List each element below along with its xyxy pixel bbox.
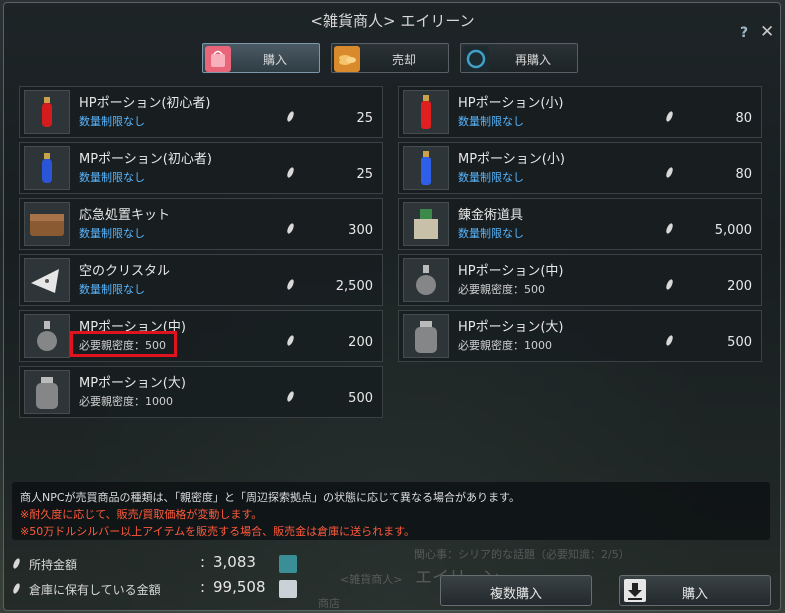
item-condition: 必要親密度：1000	[79, 395, 173, 408]
empty-flask-icon	[24, 314, 70, 358]
shop-item[interactable]: MPポーション(小) 数量制限なし 80	[398, 142, 762, 194]
tab-rebuy-label: 再購入	[514, 53, 551, 67]
notice-warning: ※50万ドルシルバー以上アイテムを販売する場合、販売金は倉庫に送られます。	[20, 525, 416, 538]
item-name: MPポーション(初心者)	[79, 152, 212, 167]
item-condition: 必要親密度：500	[458, 283, 545, 296]
item-name: 応急処置キット	[79, 208, 171, 223]
silver-icon	[664, 110, 675, 123]
item-price: 80	[735, 111, 752, 126]
alchemy-tool-icon	[403, 202, 449, 246]
storage-chest-icon	[279, 580, 297, 598]
shop-item[interactable]: MPポーション(初心者) 数量制限なし 25	[19, 142, 383, 194]
multi-buy-button[interactable]: 複数購入	[440, 575, 592, 606]
item-price: 500	[727, 335, 752, 350]
buy-button[interactable]: 購入	[619, 575, 771, 606]
close-icon[interactable]: ✕	[760, 22, 774, 42]
storage-money-label: 倉庫に保有している金額	[29, 583, 161, 597]
item-name: HPポーション(中)	[458, 264, 564, 279]
background-text: 商店	[318, 597, 340, 610]
highlight-box	[70, 331, 177, 357]
silver-icon	[285, 166, 296, 179]
help-icon[interactable]: ?	[740, 25, 748, 41]
buy-label: 購入	[681, 587, 708, 602]
item-name: HPポーション(初心者)	[79, 96, 211, 111]
tab-sell-label: 売却	[391, 53, 416, 67]
separator: :	[200, 553, 206, 571]
empty-flask-icon	[403, 258, 449, 302]
shop-item[interactable]: 錬金術道具 数量制限なし 5,000	[398, 198, 762, 250]
item-name: HPポーション(大)	[458, 320, 564, 335]
tab-buy[interactable]: 購入	[202, 43, 320, 73]
item-price: 200	[348, 335, 373, 350]
item-condition: 数量制限なし	[79, 115, 145, 128]
shop-item[interactable]: HPポーション(小) 数量制限なし 80	[398, 86, 762, 138]
item-price: 200	[727, 279, 752, 294]
shop-item[interactable]: HPポーション(初心者) 数量制限なし 25	[19, 86, 383, 138]
item-name: 空のクリスタル	[79, 264, 171, 279]
background-text: <雑貨商人>	[340, 573, 403, 586]
separator: :	[200, 578, 206, 596]
red-potion-icon	[403, 90, 449, 134]
wallet-icon	[279, 555, 297, 573]
shop-item[interactable]: MPポーション(大) 必要親密度：1000 500	[19, 366, 383, 418]
tab-sell[interactable]: 売却	[331, 43, 449, 73]
item-price: 25	[356, 111, 373, 126]
item-condition: 数量制限なし	[458, 171, 524, 184]
crystal-icon	[24, 258, 70, 302]
item-price: 5,000	[714, 223, 752, 238]
red-potion-icon	[24, 90, 70, 134]
item-price: 80	[735, 167, 752, 182]
item-condition: 数量制限なし	[79, 227, 145, 240]
tab-buy-label: 購入	[262, 53, 287, 67]
coins-icon	[334, 46, 360, 72]
silver-icon	[285, 110, 296, 123]
notice-panel: 商人NPCが売買商品の種類は、「親密度」と「周辺探索拠点」の状態に応じて異なる場…	[12, 482, 770, 540]
item-name: HPポーション(小)	[458, 96, 564, 111]
shop-item[interactable]: 応急処置キット 数量制限なし 300	[19, 198, 383, 250]
item-name: MPポーション(大)	[79, 376, 186, 391]
blue-potion-icon	[403, 146, 449, 190]
silver-icon	[664, 222, 675, 235]
shop-item[interactable]: HPポーション(大) 必要親密度：1000 500	[398, 310, 762, 362]
silver-icon	[11, 582, 22, 595]
silver-icon	[664, 278, 675, 291]
item-name: 錬金術道具	[458, 208, 524, 223]
held-money: 所持金額 : 3,083	[11, 553, 304, 574]
item-condition: 数量制限なし	[79, 171, 145, 184]
silver-icon	[285, 278, 296, 291]
notice-line: 商人NPCが売買商品の種類は、「親密度」と「周辺探索拠点」の状態に応じて異なる場…	[20, 491, 520, 504]
blue-potion-icon	[24, 146, 70, 190]
refresh-icon	[463, 46, 489, 72]
item-condition: 数量制限なし	[458, 227, 524, 240]
item-name: MPポーション(小)	[458, 152, 565, 167]
window-title: <雑貨商人> エイリーン	[310, 12, 475, 30]
storage-money: 倉庫に保有している金額 : 99,508	[11, 578, 304, 599]
chest-icon	[24, 202, 70, 246]
silver-icon	[285, 222, 296, 235]
tab-rebuy[interactable]: 再購入	[460, 43, 578, 73]
silver-icon	[285, 334, 296, 347]
empty-jar-icon	[403, 314, 449, 358]
item-condition: 数量制限なし	[458, 115, 524, 128]
item-price: 25	[356, 167, 373, 182]
item-condition: 必要親密度：1000	[458, 339, 552, 352]
held-money-value: 3,083	[213, 553, 256, 571]
silver-icon	[11, 557, 22, 570]
shop-item[interactable]: 空のクリスタル 数量制限なし 2,500	[19, 254, 383, 306]
silver-icon	[664, 166, 675, 179]
held-money-label: 所持金額	[29, 558, 78, 572]
bag-icon	[205, 46, 231, 72]
item-price: 300	[348, 223, 373, 238]
empty-jar-icon	[24, 370, 70, 414]
shop-item[interactable]: HPポーション(中) 必要親密度：500 200	[398, 254, 762, 306]
notice-warning: ※耐久度に応じて、販売/買取価格が変動します。	[20, 508, 263, 521]
silver-icon	[285, 390, 296, 403]
item-price: 2,500	[335, 279, 373, 294]
item-condition: 数量制限なし	[79, 283, 145, 296]
multi-buy-label: 複数購入	[489, 587, 542, 602]
background-text: 関心事：シリア的な話題（必要知識：2/5）	[414, 548, 630, 561]
storage-money-value: 99,508	[213, 578, 266, 596]
item-price: 500	[348, 391, 373, 406]
silver-icon	[664, 334, 675, 347]
